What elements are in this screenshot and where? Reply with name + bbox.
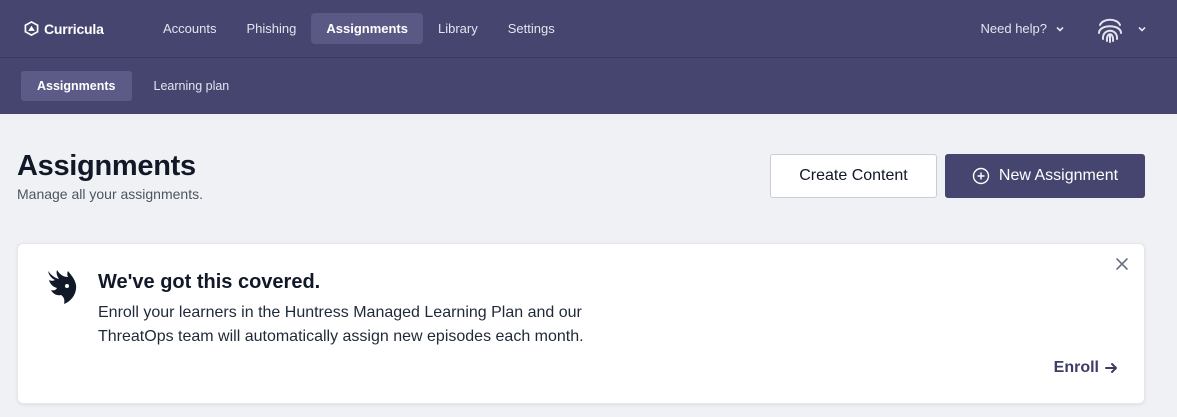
new-assignment-label: New Assignment xyxy=(998,167,1119,184)
nav-item-library[interactable]: Library xyxy=(423,13,493,44)
need-help-label: Need help? xyxy=(980,21,1048,36)
banner-text: Enroll your learners in the Huntress Man… xyxy=(98,304,584,345)
top-navigation-bar: Curricula Accounts Phishing Assignments … xyxy=(0,0,1177,58)
subnav-item-assignments[interactable]: Assignments xyxy=(21,71,132,101)
close-icon[interactable] xyxy=(1114,256,1130,272)
page-subtitle: Manage all your assignments. xyxy=(17,186,203,202)
nav-item-phishing[interactable]: Phishing xyxy=(231,13,311,44)
nav-item-settings[interactable]: Settings xyxy=(493,13,570,44)
subnav-item-learning-plan[interactable]: Learning plan xyxy=(138,71,246,101)
nav-item-accounts[interactable]: Accounts xyxy=(148,13,231,44)
profile-menu[interactable] xyxy=(1095,14,1147,44)
enroll-link[interactable]: Enroll xyxy=(1054,359,1118,377)
chevron-down-icon xyxy=(1138,26,1146,32)
app-logo[interactable]: Curricula xyxy=(24,21,148,37)
page-title: Assignments xyxy=(17,150,196,182)
fingerprint-icon xyxy=(1098,18,1122,43)
page-header: Assignments Manage all your assignments.… xyxy=(17,114,1145,202)
plus-circle-icon xyxy=(972,167,990,185)
logo-text: Curricula xyxy=(44,20,104,37)
enroll-label: Enroll xyxy=(1053,359,1099,376)
curricula-logo-icon xyxy=(24,21,39,36)
sub-navigation-bar: Assignments Learning plan xyxy=(0,58,1177,114)
chevron-down-icon xyxy=(1056,26,1064,32)
need-help-dropdown[interactable]: Need help? xyxy=(981,21,1066,36)
main-content: Assignments Manage all your assignments.… xyxy=(0,114,1177,404)
banner-title: We've got this covered. xyxy=(98,271,321,293)
header-actions: Create Content New Assignment xyxy=(770,154,1145,198)
huntress-logo-icon xyxy=(48,270,77,304)
main-nav: Accounts Phishing Assignments Library Se… xyxy=(148,13,570,44)
nav-item-assignments[interactable]: Assignments xyxy=(311,13,423,44)
create-content-button[interactable]: Create Content xyxy=(770,154,937,198)
arrow-right-icon xyxy=(1105,363,1117,373)
managed-learning-banner: We've got this covered. Enroll your lear… xyxy=(17,243,1145,404)
new-assignment-button[interactable]: New Assignment xyxy=(945,154,1145,198)
